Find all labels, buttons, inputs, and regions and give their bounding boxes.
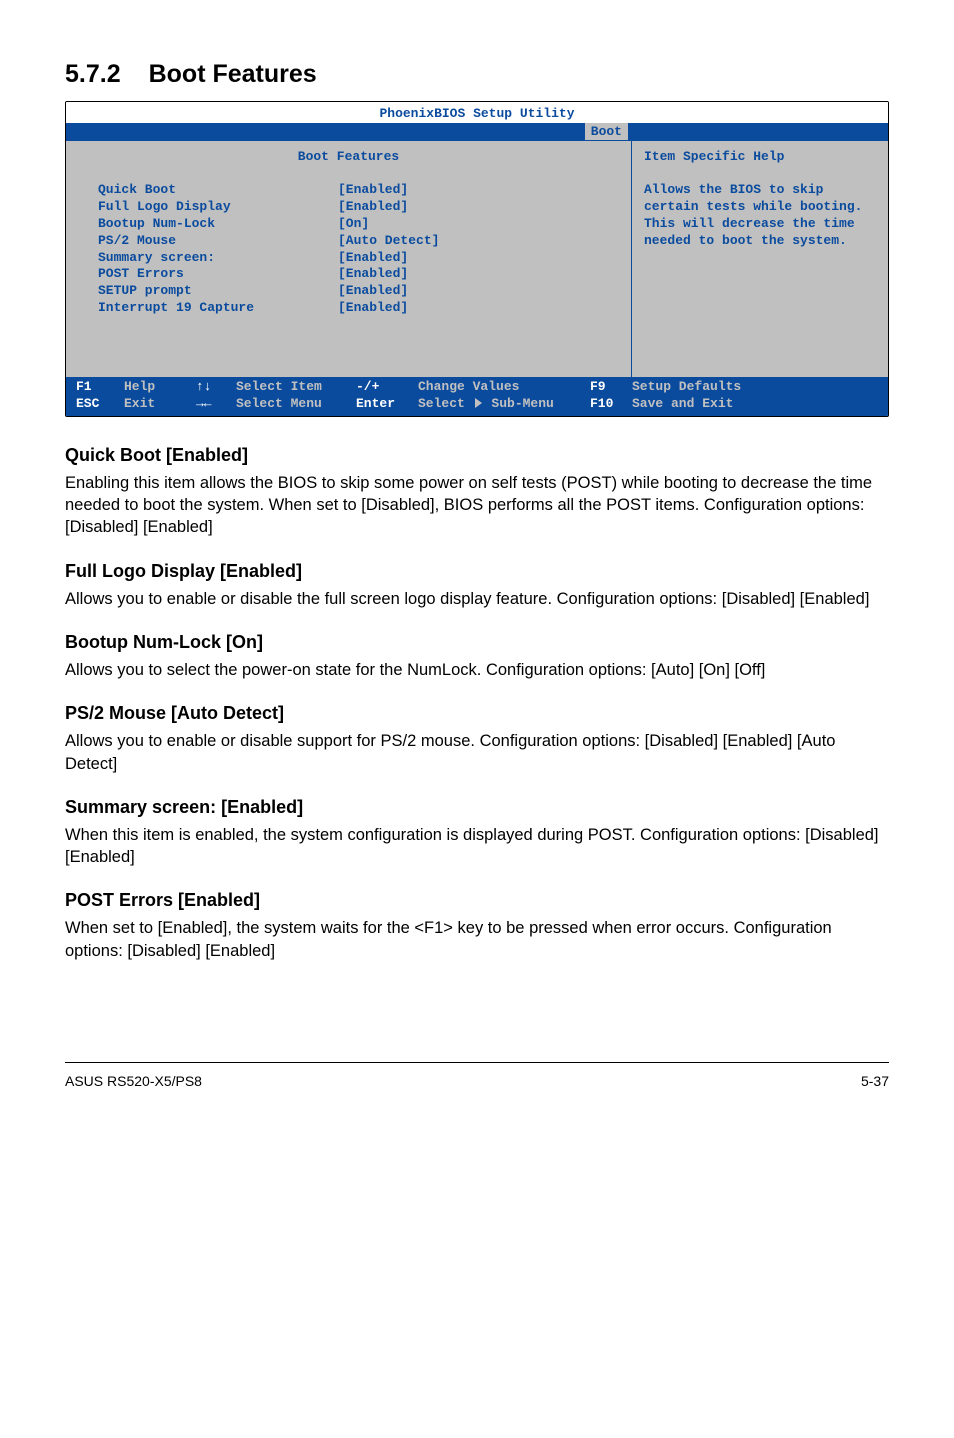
bios-setting-label: Summary screen: [98, 250, 338, 267]
section-number: 5.7.2 [65, 60, 121, 89]
bios-action: Change Values [418, 379, 590, 396]
bios-setting-row: PS/2 Mouse[Auto Detect] [98, 233, 619, 250]
section-heading: 5.7.2 Boot Features [65, 60, 889, 89]
bios-nav-label: Select Menu [236, 396, 356, 413]
bios-help-title: Item Specific Help [644, 149, 876, 164]
subsection-heading: Bootup Num-Lock [On] [65, 632, 889, 653]
bios-key: F1 [76, 379, 124, 396]
bios-help-panel: Item Specific Help Allows the BIOS to sk… [632, 141, 888, 377]
bios-body: Boot Features Quick Boot[Enabled] Full L… [66, 141, 888, 377]
triangle-right-icon [475, 398, 482, 408]
bios-setting-row: SETUP prompt[Enabled] [98, 283, 619, 300]
bios-action: Exit [124, 396, 196, 413]
bios-setting-row: Full Logo Display[Enabled] [98, 199, 619, 216]
bios-setting-value: [Enabled] [338, 283, 408, 300]
bios-settings-panel: Boot Features Quick Boot[Enabled] Full L… [66, 141, 632, 377]
bios-utility-title: PhoenixBIOS Setup Utility [66, 102, 888, 123]
bios-setting-value: [Enabled] [338, 182, 408, 199]
bios-setting-label: PS/2 Mouse [98, 233, 338, 250]
bios-setting-value: [Auto Detect] [338, 233, 439, 250]
bios-setting-value: [Enabled] [338, 199, 408, 216]
page-footer: ASUS RS520-X5/PS8 5-37 [65, 1062, 889, 1089]
body-paragraph: When set to [Enabled], the system waits … [65, 917, 889, 962]
bios-tab-bar: Boot [66, 123, 888, 141]
bios-action: Save and Exit [632, 396, 733, 413]
bios-nav-icon: ↑↓ [196, 379, 236, 396]
bios-setting-value: [Enabled] [338, 266, 408, 283]
subsection-heading: POST Errors [Enabled] [65, 890, 889, 911]
bios-footer: F1 Help ↑↓ Select Item -/+ Change Values… [66, 377, 888, 416]
bios-setting-value: [Enabled] [338, 300, 408, 317]
bios-setting-value: [Enabled] [338, 250, 408, 267]
subsection-heading: Full Logo Display [Enabled] [65, 561, 889, 582]
bios-key: F10 [590, 396, 632, 413]
section-title-text: Boot Features [149, 60, 317, 88]
footer-product: ASUS RS520-X5/PS8 [65, 1073, 202, 1089]
bios-action: Help [124, 379, 196, 396]
body-paragraph: Allows you to enable or disable the full… [65, 588, 889, 610]
bios-setting-label: Bootup Num-Lock [98, 216, 338, 233]
bios-help-text: Allows the BIOS to skip certain tests wh… [644, 182, 876, 250]
bios-nav-label: Select Item [236, 379, 356, 396]
bios-setting-row: Interrupt 19 Capture[Enabled] [98, 300, 619, 317]
bios-setting-label: POST Errors [98, 266, 338, 283]
bios-nav-icon: →← [196, 396, 236, 413]
bios-setting-row: Summary screen:[Enabled] [98, 250, 619, 267]
bios-setting-value: [On] [338, 216, 369, 233]
bios-action: Select Sub-Menu [418, 396, 590, 413]
bios-panel-title: Boot Features [78, 149, 619, 164]
bios-setting-label: SETUP prompt [98, 283, 338, 300]
bios-footer-row: F1 Help ↑↓ Select Item -/+ Change Values… [76, 379, 878, 396]
body-paragraph: Allows you to enable or disable support … [65, 730, 889, 775]
bios-setting-label: Quick Boot [98, 182, 338, 199]
body-paragraph: When this item is enabled, the system co… [65, 824, 889, 869]
bios-key: ESC [76, 396, 124, 413]
bios-screenshot: PhoenixBIOS Setup Utility Boot Boot Feat… [65, 101, 889, 417]
bios-key: Enter [356, 396, 418, 413]
subsection-heading: Summary screen: [Enabled] [65, 797, 889, 818]
bios-footer-row: ESC Exit →← Select Menu Enter Select Sub… [76, 396, 878, 413]
body-paragraph: Allows you to select the power-on state … [65, 659, 889, 681]
bios-settings-list: Quick Boot[Enabled] Full Logo Display[En… [78, 182, 619, 317]
bios-setting-label: Interrupt 19 Capture [98, 300, 338, 317]
bios-setting-row: POST Errors[Enabled] [98, 266, 619, 283]
bios-key: -/+ [356, 379, 418, 396]
body-paragraph: Enabling this item allows the BIOS to sk… [65, 472, 889, 539]
bios-key: F9 [590, 379, 632, 396]
bios-setting-label: Full Logo Display [98, 199, 338, 216]
bios-setting-row: Quick Boot[Enabled] [98, 182, 619, 199]
bios-setting-row: Bootup Num-Lock[On] [98, 216, 619, 233]
subsection-heading: Quick Boot [Enabled] [65, 445, 889, 466]
bios-active-tab: Boot [585, 123, 628, 140]
bios-action: Setup Defaults [632, 379, 741, 396]
subsection-heading: PS/2 Mouse [Auto Detect] [65, 703, 889, 724]
footer-page-number: 5-37 [861, 1073, 889, 1089]
